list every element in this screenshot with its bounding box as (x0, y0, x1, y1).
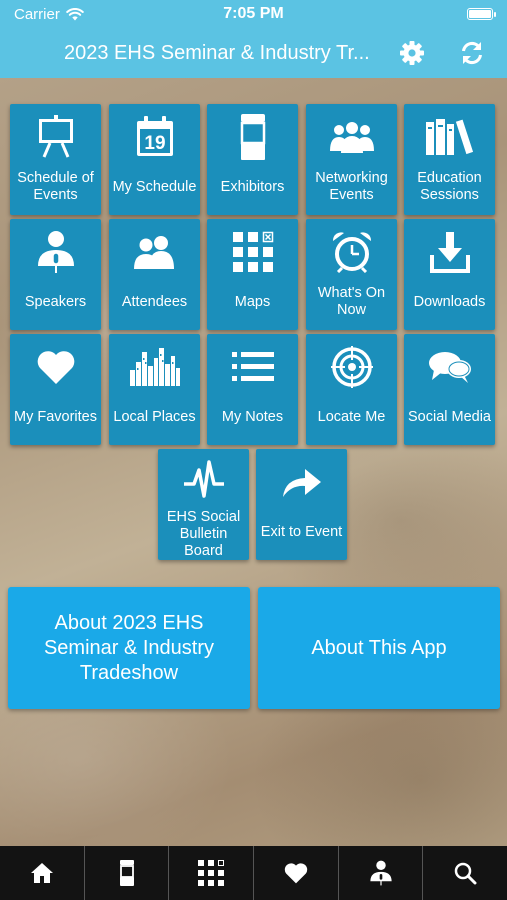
tab-exhibitors[interactable] (85, 846, 170, 900)
booth-icon (119, 860, 134, 886)
tab-maps[interactable] (169, 846, 255, 900)
refresh-icon[interactable] (459, 40, 485, 66)
tile-label: Locate Me (317, 409, 386, 425)
about-event-button[interactable]: About 2023 EHS Seminar & Industry Trades… (8, 587, 250, 709)
list-icon (231, 352, 274, 381)
tile-label: Exhibitors (220, 179, 285, 195)
tab-home[interactable] (0, 846, 85, 900)
floor-map-icon (232, 231, 273, 272)
status-bar: Carrier 7:05 PM (0, 0, 507, 28)
tile-speakers[interactable]: Speakers (10, 219, 101, 330)
tile-label: My Favorites (14, 409, 97, 425)
tile-my-notes[interactable]: My Notes (207, 334, 298, 445)
settings-gear-icon[interactable] (399, 40, 425, 66)
home-icon (30, 863, 53, 883)
speaker-icon (37, 231, 74, 273)
tile-networking-events[interactable]: Networking Events (306, 104, 397, 215)
heart-icon (37, 351, 74, 384)
tile-label: Networking Events (315, 170, 388, 203)
share-arrow-icon (282, 469, 321, 497)
bottom-tab-bar (0, 846, 507, 900)
attendees-icon (133, 236, 174, 269)
tile-downloads[interactable]: Downloads (404, 219, 495, 330)
tile-maps[interactable]: Maps (207, 219, 298, 330)
tile-my-schedule[interactable]: 19 My Schedule (109, 104, 200, 215)
tile-label: Maps (234, 294, 271, 310)
tile-label: Attendees (121, 294, 188, 310)
tile-local-places[interactable]: Local Places (109, 334, 200, 445)
chat-bubbles-icon (428, 352, 471, 383)
city-skyline-icon (129, 348, 180, 386)
easel-icon (38, 115, 73, 158)
status-time: 7:05 PM (223, 5, 284, 22)
tile-label: Speakers (24, 294, 87, 310)
tile-label: Education Sessions (417, 170, 482, 203)
tile-education-sessions[interactable]: Education Sessions (404, 104, 495, 215)
tile-label: Social Media (407, 409, 491, 425)
tile-label: My Schedule (112, 179, 197, 195)
nav-bar: 2023 EHS Seminar & Industry Tr... (0, 28, 507, 78)
tile-label: Exit to Event (260, 524, 343, 540)
booth-icon (240, 114, 265, 160)
tile-label: Schedule of Events (17, 170, 94, 203)
target-icon (330, 346, 373, 388)
tile-label: Downloads (413, 294, 486, 310)
tile-whats-on-now[interactable]: What's On Now (306, 219, 397, 330)
heart-icon (284, 863, 308, 884)
tile-exit-to-event[interactable]: Exit to Event (256, 449, 347, 560)
tile-ehs-social-bulletin-board[interactable]: EHS Social Bulletin Board (158, 449, 249, 560)
tile-locate-me[interactable]: Locate Me (306, 334, 397, 445)
speaker-icon (369, 860, 392, 886)
tile-schedule-of-events[interactable]: Schedule of Events (10, 104, 101, 215)
alarm-clock-icon (332, 232, 371, 273)
tile-attendees[interactable]: Attendees (109, 219, 200, 330)
hamburger-menu-icon[interactable] (16, 43, 42, 63)
tile-label: What's On Now (317, 285, 386, 318)
calendar-icon: 19 (136, 116, 173, 156)
tab-favorites[interactable] (254, 846, 339, 900)
tab-search[interactable] (423, 846, 507, 900)
tile-my-favorites[interactable]: My Favorites (10, 334, 101, 445)
calendar-day: 19 (144, 133, 165, 154)
people-group-icon (329, 122, 374, 153)
floor-map-icon (198, 860, 225, 886)
tile-social-media[interactable]: Social Media (404, 334, 495, 445)
battery-icon (467, 8, 496, 20)
tile-label: My Notes (221, 409, 284, 425)
download-icon (429, 232, 470, 273)
tab-speakers[interactable] (339, 846, 424, 900)
books-icon (425, 119, 473, 155)
pulse-icon (183, 460, 224, 498)
tile-label: Local Places (113, 409, 196, 425)
page-title: 2023 EHS Seminar & Industry Tr... (64, 41, 370, 64)
about-app-button[interactable]: About This App (258, 587, 500, 709)
search-icon (454, 862, 477, 885)
tile-label: EHS Social Bulletin Board (166, 509, 241, 559)
tile-exhibitors[interactable]: Exhibitors (207, 104, 298, 215)
